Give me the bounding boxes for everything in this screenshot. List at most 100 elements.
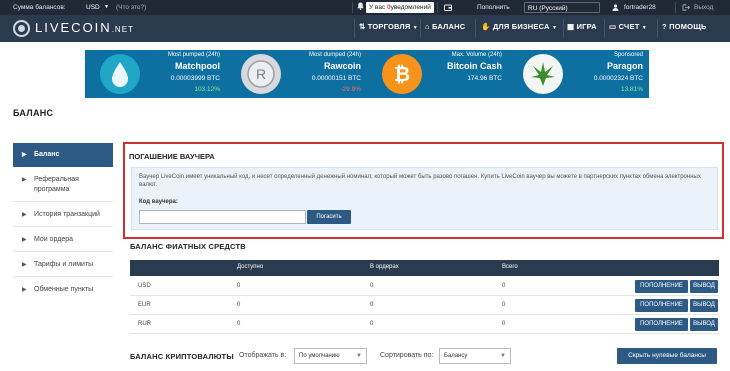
in-orders-cell: 0 xyxy=(370,302,374,308)
username[interactable]: fortrader28 xyxy=(624,0,656,15)
bitcoin-icon: ₿ xyxy=(382,54,422,94)
sidebar-divider xyxy=(13,226,113,227)
currency-value: USD xyxy=(86,4,100,11)
promo-card-most-dumped[interactable]: R Most dumped (24h) Rawcoin 0.00000151 B… xyxy=(226,50,367,98)
table-row: USD 0 0 0 ПОПОЛНЕНИЕ ВЫВОД xyxy=(130,277,719,296)
sidebar-item-my-orders[interactable]: ▶ Мои ордера xyxy=(13,235,113,245)
leaf-icon xyxy=(523,54,563,94)
deposit-button[interactable]: ПОПОЛНЕНИЕ xyxy=(635,318,688,331)
fiat-balance-title: БАЛАНС ФИАТНЫХ СРЕДСТВ xyxy=(130,242,246,251)
voucher-description: Ваучер LiveCoin имеет уникальный код, и … xyxy=(139,174,701,188)
sidebar-item-referral[interactable]: ▶ Реферальная программа xyxy=(13,175,113,195)
withdraw-button[interactable]: ВЫВОД xyxy=(690,318,718,331)
promo-card-max-volume[interactable]: ₿ Max. Volume (24h) Bitcoin Cash 174.96 … xyxy=(367,50,508,98)
sidebar-item-exchange-points[interactable]: ▶ Обменные пункты xyxy=(13,285,113,295)
nav-balance[interactable]: ⌂ БАЛАНС xyxy=(425,22,465,31)
sidebar-item-label: Тарифы и лимиты xyxy=(34,261,94,268)
promo-card-most-pumped[interactable]: Most pumped (24h) Matchpool 0.00003999 B… xyxy=(85,50,226,98)
chevron-right-icon: ▶ xyxy=(22,237,27,243)
chevron-down-icon: ▼ xyxy=(104,4,109,10)
in-orders-cell: 0 xyxy=(370,283,374,289)
sidebar-item-label: Обменные пункты xyxy=(34,286,94,293)
sidebar-item-transaction-history[interactable]: ▶ История транзакций xyxy=(13,210,113,220)
brand-name: LIVECOIN xyxy=(35,20,112,35)
sidebar-item-label: Мои ордера xyxy=(34,236,74,243)
page-title: БАЛАНС xyxy=(13,108,54,118)
deposit-link[interactable]: Пополнить xyxy=(477,0,510,15)
total-cell: 0 xyxy=(502,321,506,327)
nav-account[interactable]: ▭ СЧЕТ ▼ xyxy=(609,22,647,31)
column-header: Доступно xyxy=(237,264,264,270)
sidebar-item-fees-limits[interactable]: ▶ Тарифы и лимиты xyxy=(13,260,113,270)
table-row: RUR 0 0 0 ПОПОЛНЕНИЕ ВЫВОД xyxy=(130,315,719,334)
sort-by-select[interactable]: Балансу ▼ xyxy=(439,348,511,364)
deposit-button[interactable]: ПОПОЛНЕНИЕ xyxy=(635,299,688,312)
nav-business[interactable]: ✋ ДЛЯ БИЗНЕСА ▼ xyxy=(481,22,557,31)
hide-zero-balances-button[interactable]: Скрыть нулевые балансы xyxy=(617,348,717,364)
promo-coin-name: Rawcoin xyxy=(323,61,361,71)
nav-trading-label: ТОРГОВЛЯ xyxy=(367,22,411,31)
logout-link[interactable]: Выход xyxy=(694,0,713,15)
rawcoin-icon: R xyxy=(241,54,281,94)
logo-icon[interactable] xyxy=(13,20,30,37)
sort-by-value: Балансу xyxy=(444,353,468,359)
user-icon xyxy=(612,0,619,15)
display-in-select[interactable]: По умолчанию ▼ xyxy=(294,348,367,364)
svg-text:R: R xyxy=(256,66,266,82)
withdraw-button[interactable]: ВЫВОД xyxy=(690,280,718,293)
sidebar-item-balance[interactable]: ▶ Баланс xyxy=(13,143,113,167)
promo-caption: Most dumped (24h) xyxy=(308,52,361,58)
notifications-suffix: уведомлений xyxy=(390,4,431,11)
promo-price: 174.96 BTC xyxy=(467,75,502,82)
promo-caption: Max. Volume (24h) xyxy=(451,52,502,58)
logo[interactable]: LIVECOIN.NET xyxy=(35,20,134,35)
topbar-divider xyxy=(352,2,353,13)
display-in-value: По умолчанию xyxy=(299,353,340,359)
whats-this-link[interactable]: (Что это?) xyxy=(116,0,146,15)
deposit-button[interactable]: ПОПОЛНЕНИЕ xyxy=(635,280,688,293)
crypto-balance-title: БАЛАНС КРИПТОВАЛЮТЫ xyxy=(130,352,234,361)
promo-price: 0.00003999 BTC xyxy=(170,75,220,82)
nav-game[interactable]: ▦ ИГРА xyxy=(567,22,597,31)
nav-divider xyxy=(354,19,355,38)
voucher-code-label: Код ваучера: xyxy=(139,199,178,205)
promo-change: 13.81% xyxy=(620,86,643,93)
withdraw-button[interactable]: ВЫВОД xyxy=(690,299,718,312)
nav-divider xyxy=(604,19,605,38)
chevron-right-icon: ▶ xyxy=(22,262,27,268)
language-select[interactable]: RU (Русский) xyxy=(524,2,600,13)
handshake-icon: ✋ xyxy=(481,22,491,31)
chevron-down-icon: ▼ xyxy=(412,25,418,31)
voucher-code-input[interactable] xyxy=(139,210,306,224)
main-nav: LIVECOIN.NET ⇅ ТОРГОВЛЯ ▼ ⌂ БАЛАНС ✋ ДЛЯ… xyxy=(0,15,730,42)
chevron-down-icon: ▼ xyxy=(641,25,647,31)
redeem-voucher-button[interactable]: Погасить xyxy=(307,210,351,224)
promo-coin-name: Bitcoin Cash xyxy=(446,61,502,71)
nav-help-label: ПОМОЩЬ xyxy=(669,22,707,31)
in-orders-cell: 0 xyxy=(370,321,374,327)
display-in-label: Отображать в: xyxy=(239,352,287,359)
currency-select[interactable]: USD ▼ xyxy=(83,2,109,13)
nav-divider xyxy=(420,19,421,38)
sidebar-item-label: История транзакций xyxy=(34,211,100,218)
nav-balance-label: БАЛАНС xyxy=(432,22,466,31)
bell-icon[interactable] xyxy=(357,2,364,13)
nav-trading[interactable]: ⇅ ТОРГОВЛЯ ▼ xyxy=(359,22,418,31)
nav-game-label: ИГРА xyxy=(576,22,597,31)
bank-icon: ⌂ xyxy=(425,22,430,31)
chevron-down-icon: ▼ xyxy=(551,25,558,31)
nav-account-label: СЧЕТ xyxy=(618,22,640,31)
chevron-right-icon: ▶ xyxy=(22,212,27,218)
nav-help[interactable]: ? ПОМОЩЬ xyxy=(662,22,707,31)
logout-icon[interactable] xyxy=(682,0,691,15)
water-drop-icon xyxy=(100,54,140,94)
promo-card-sponsored[interactable]: Sponsored Paragon 0.00002324 BTC 13.81% xyxy=(508,50,649,98)
promo-caption: Sponsored xyxy=(613,52,643,58)
grid-icon: ▦ xyxy=(567,22,575,31)
notifications-link[interactable]: У вас 0уведомлений xyxy=(366,2,434,13)
trading-icon: ⇅ xyxy=(359,22,366,31)
promo-coin-name: Paragon xyxy=(606,61,643,71)
topbar-divider xyxy=(675,2,676,13)
sort-by-label: Сортировать по: xyxy=(380,352,434,359)
balance-sum-label: Сумма балансов: xyxy=(13,4,66,11)
